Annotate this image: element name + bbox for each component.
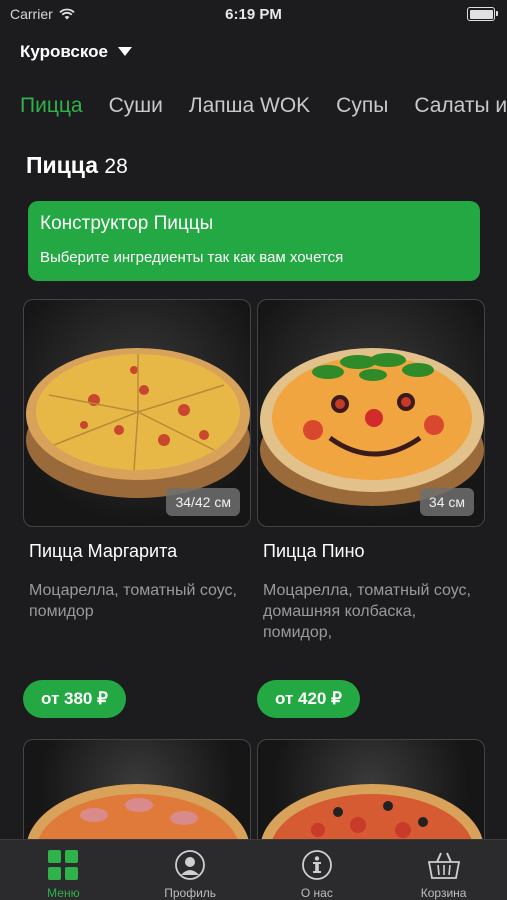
section-name: Пицца <box>26 152 99 178</box>
size-badge: 34/42 см <box>166 488 240 516</box>
category-tabs: Пицца Суши Лапша WOK Супы Салаты и <box>20 94 507 118</box>
banner-title: Конструктор Пиццы <box>40 213 214 234</box>
info-icon <box>300 848 334 882</box>
tab-about[interactable]: О нас <box>254 840 381 900</box>
caret-down-icon <box>117 47 132 56</box>
tab-cart-label: Корзина <box>420 886 467 900</box>
tab-cart[interactable]: Корзина <box>380 840 507 900</box>
product-name: Пицца Маргарита <box>29 541 178 561</box>
tab-profile[interactable]: Профиль <box>127 840 254 900</box>
size-badge: 34 см <box>419 488 474 516</box>
tab-pizza[interactable]: Пицца <box>20 94 83 118</box>
product-card-margarita[interactable]: 34/42 см Пицца Маргарита Моцарелла, тома… <box>23 299 251 718</box>
product-description: Моцарелла, томатный соус, домашняя колба… <box>263 582 471 641</box>
banner-subtitle: Выберите ингредиенты так как вам хочется <box>40 249 344 266</box>
city-selector[interactable]: Куровское <box>20 42 132 62</box>
section-title: Пицца 28 <box>26 152 128 179</box>
city-label: Куровское <box>20 42 108 61</box>
product-description: Моцарелла, томатный соус, помидор <box>29 582 237 620</box>
tab-soups[interactable]: Супы <box>336 94 388 118</box>
tab-menu-label: Меню <box>47 886 80 900</box>
price-button[interactable]: от 380 ₽ <box>23 680 126 718</box>
battery-icon <box>467 7 498 21</box>
tab-profile-label: Профиль <box>164 886 217 900</box>
profile-icon <box>173 848 207 882</box>
status-bar: Carrier 6:19 PM <box>0 0 507 28</box>
pizza-constructor-banner[interactable]: Конструктор Пиццы Выберите ингредиенты т… <box>28 201 480 281</box>
product-image[interactable] <box>257 739 485 849</box>
product-card-partial-2[interactable] <box>257 739 485 849</box>
clock: 6:19 PM <box>225 6 282 23</box>
bottom-tab-bar: Меню Профиль О нас Корзина <box>0 839 507 900</box>
tab-wok[interactable]: Лапша WOK <box>189 94 310 118</box>
section-count: 28 <box>104 155 128 178</box>
product-card-pino[interactable]: 34 см Пицца Пино Моцарелла, томатный соу… <box>257 299 485 718</box>
tab-salads[interactable]: Салаты и <box>414 94 507 118</box>
price-button[interactable]: от 420 ₽ <box>257 680 360 718</box>
product-image[interactable]: 34/42 см <box>23 299 251 527</box>
tab-about-label: О нас <box>300 886 333 900</box>
tab-menu[interactable]: Меню <box>0 840 127 900</box>
grid-icon <box>46 848 80 882</box>
product-card-partial-1[interactable] <box>23 739 251 849</box>
product-image[interactable] <box>23 739 251 849</box>
tab-sushi[interactable]: Суши <box>109 94 163 118</box>
product-image[interactable]: 34 см <box>257 299 485 527</box>
basket-icon <box>427 848 461 882</box>
product-name: Пицца Пино <box>263 541 365 561</box>
